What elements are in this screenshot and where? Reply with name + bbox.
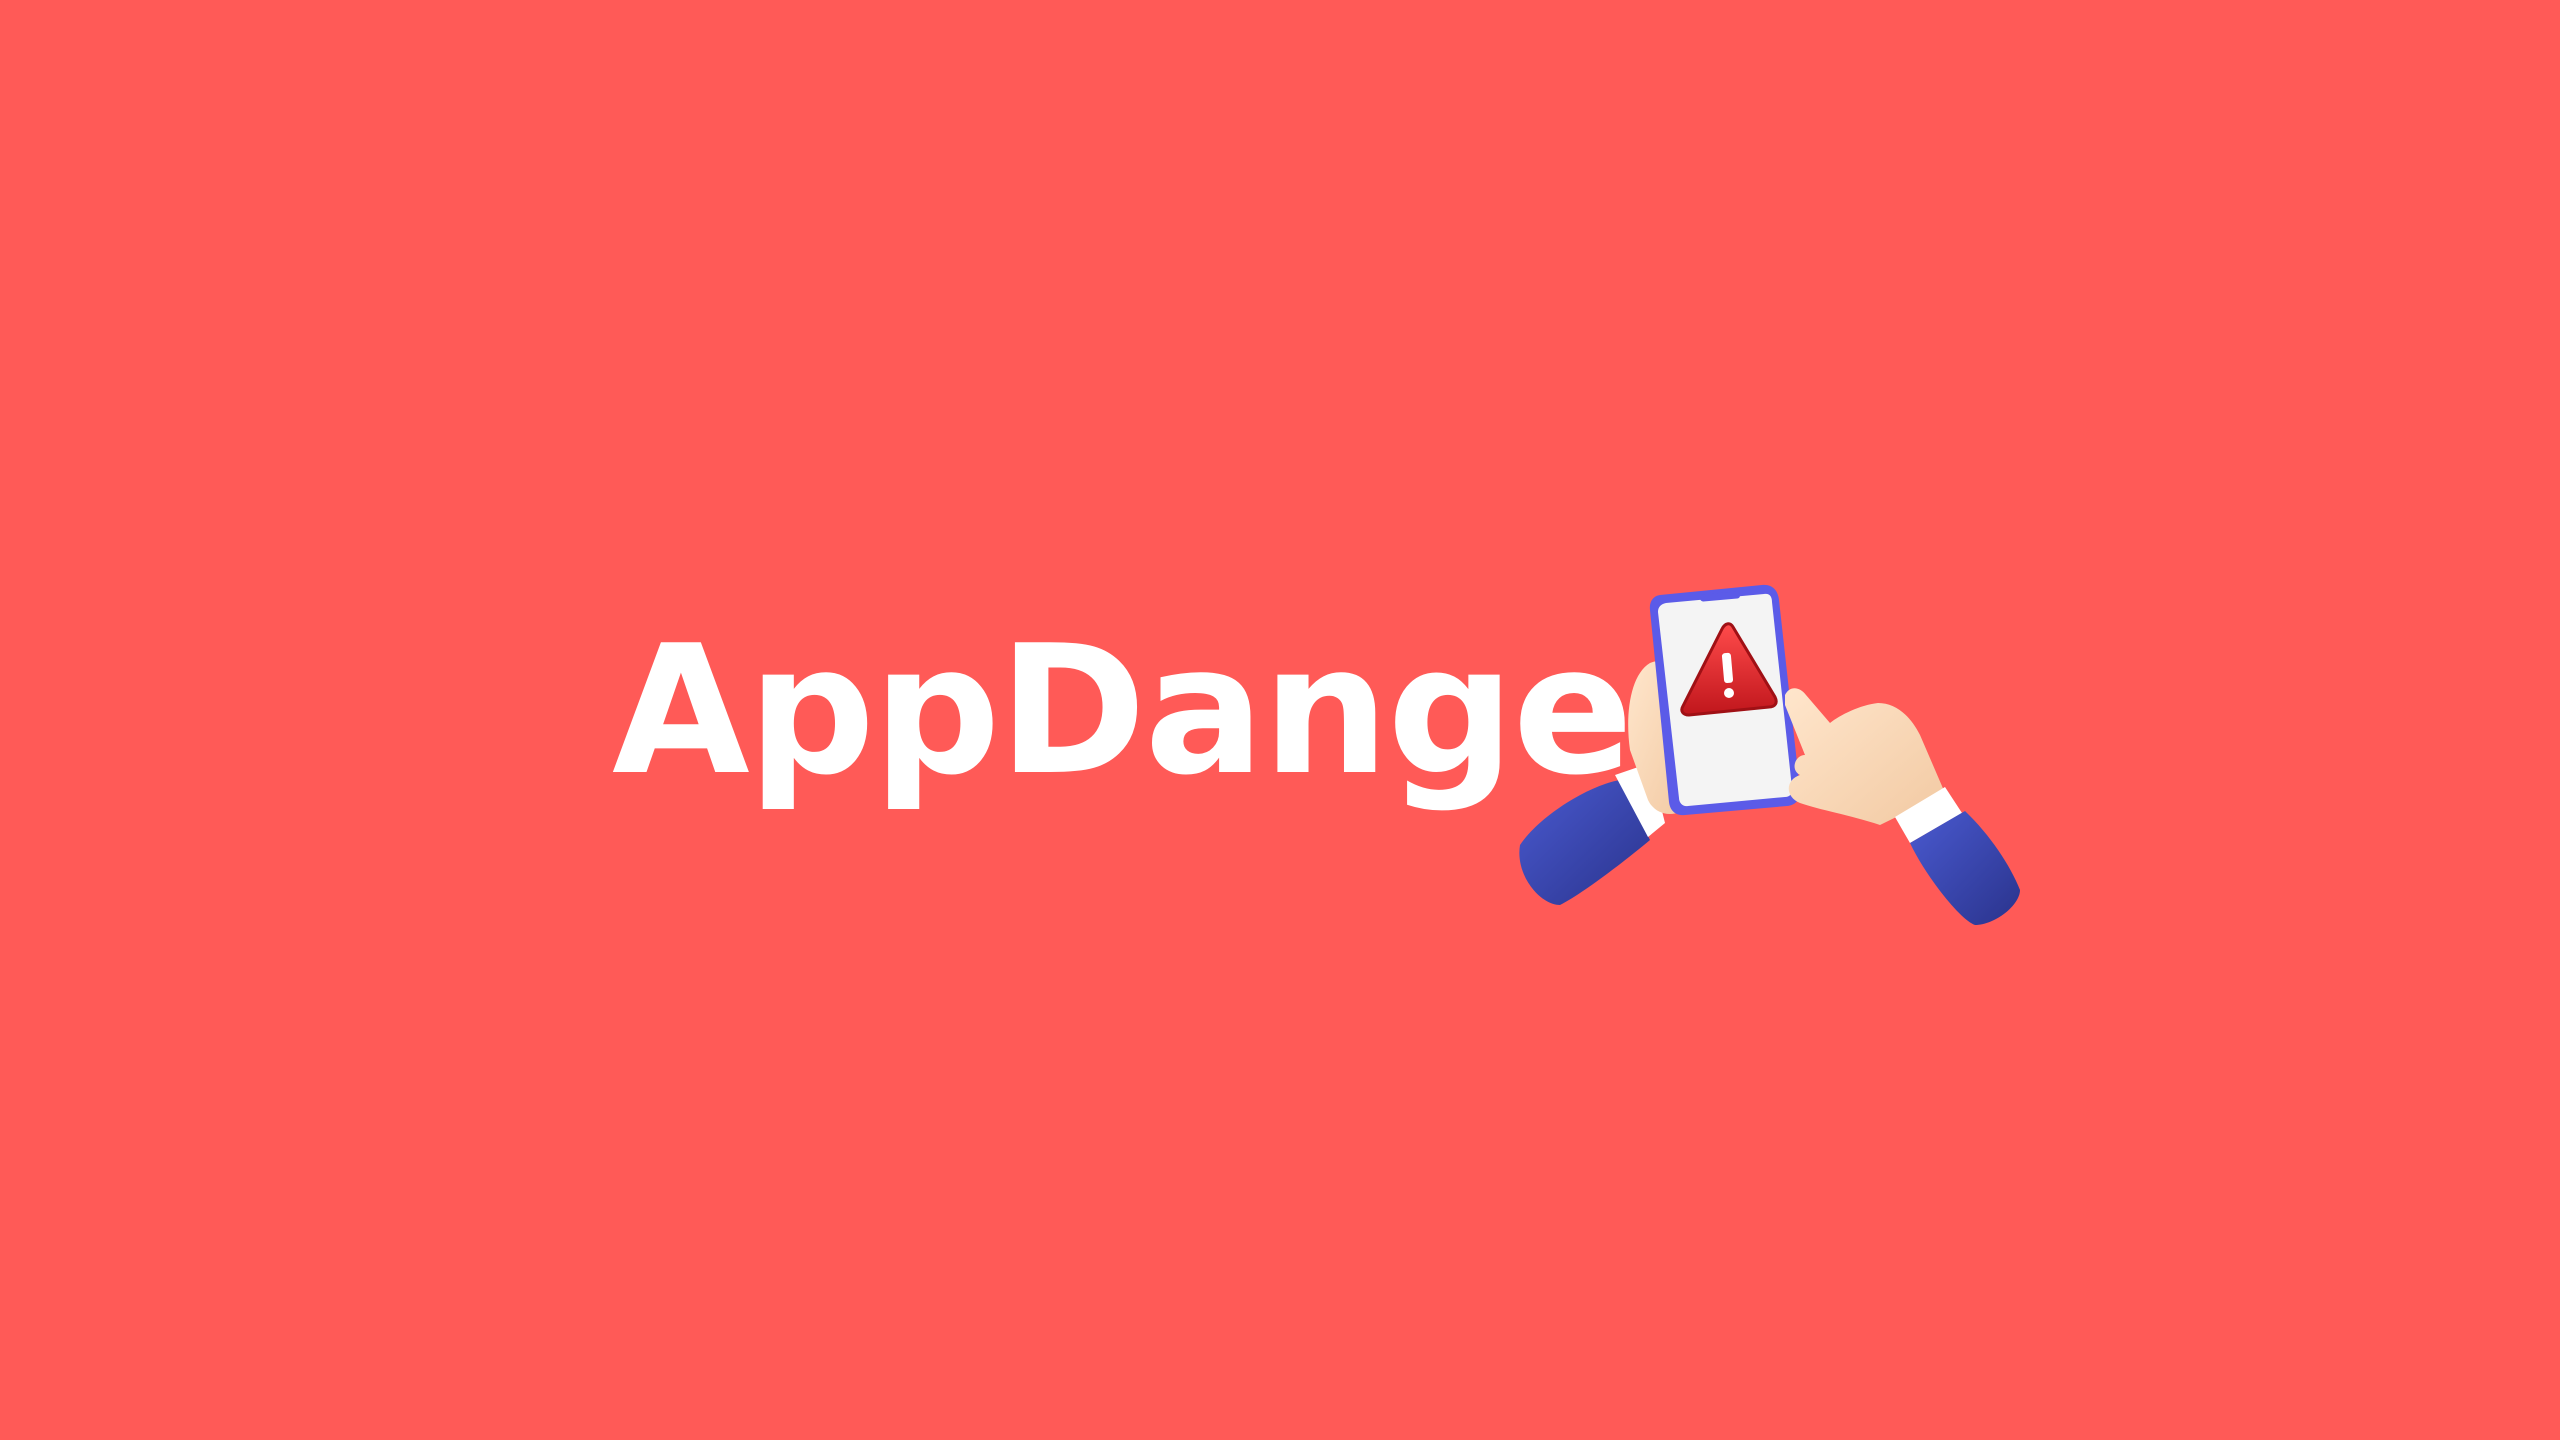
banner: AppDanger	[0, 0, 2560, 1440]
hand-holding-phone-illustration	[1519, 584, 2020, 925]
pointing-hand-icon	[1785, 688, 2020, 925]
